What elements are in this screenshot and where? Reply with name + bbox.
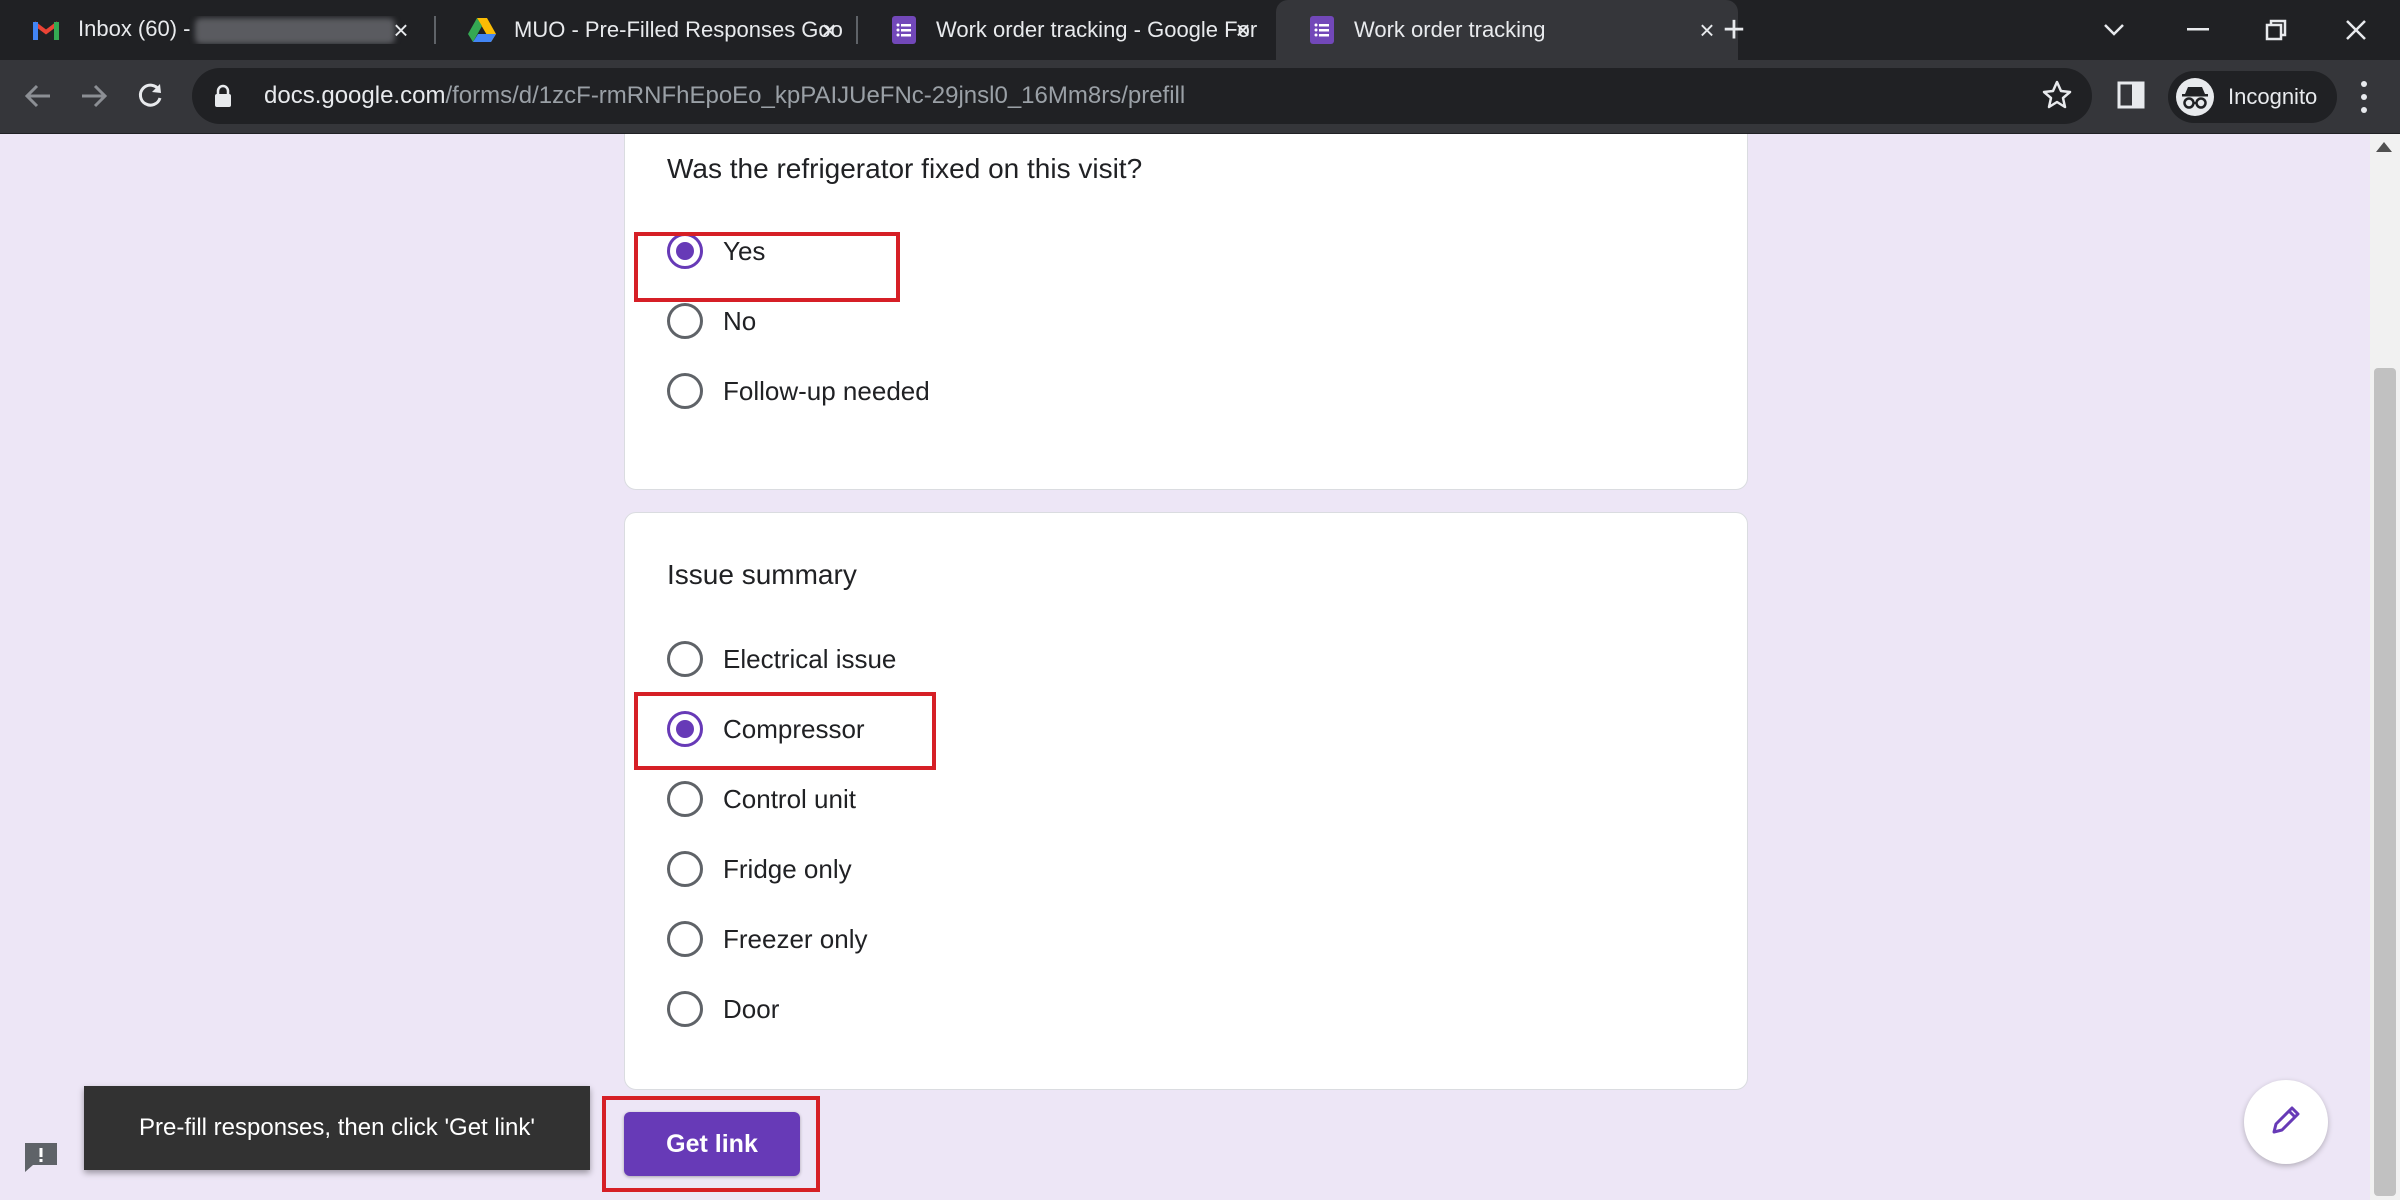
toast-message: Pre-fill responses, then click 'Get link… <box>84 1086 590 1170</box>
tab-title: MUO - Pre-Filled Responses Goo <box>514 17 843 42</box>
incognito-profile-button[interactable]: Incognito <box>2168 71 2338 123</box>
url-text: docs.google.com/forms/d/1zcF-rmRNFhEpoEo… <box>264 82 1186 109</box>
tab-search-icon[interactable] <box>2092 8 2136 52</box>
option-label: Fridge only <box>723 853 852 884</box>
lock-icon[interactable] <box>214 82 236 110</box>
question-title: Issue summary <box>667 559 857 590</box>
tab-work-order-form-editor[interactable]: Work order tracking - Google For × <box>858 0 1274 60</box>
forward-icon[interactable] <box>72 74 116 118</box>
option-follow-up-needed[interactable]: Follow-up needed <box>667 369 930 413</box>
browser-toolbar: docs.google.com/forms/d/1zcF-rmRNFhEpoEo… <box>0 60 2400 134</box>
radio-button[interactable] <box>667 921 703 957</box>
new-tab-button[interactable]: + <box>1716 11 1752 49</box>
question-title: Was the refrigerator fixed on this visit… <box>667 153 1143 184</box>
highlight-box-yes <box>634 232 900 302</box>
side-panel-icon[interactable] <box>2116 80 2150 114</box>
tab-title: Work order tracking - Google For <box>936 17 1258 42</box>
back-icon[interactable] <box>16 74 60 118</box>
google-forms-icon <box>1308 16 1336 44</box>
option-electrical-issue[interactable]: Electrical issue <box>667 637 896 681</box>
radio-button[interactable] <box>667 781 703 817</box>
option-fridge-only[interactable]: Fridge only <box>667 847 852 891</box>
tab-title: Work order tracking <box>1354 17 1546 42</box>
google-drive-icon <box>468 16 496 44</box>
highlight-box-compressor <box>634 692 936 770</box>
close-tab-icon[interactable]: × <box>1230 17 1256 43</box>
close-tab-icon[interactable]: × <box>816 17 842 43</box>
radio-button[interactable] <box>667 991 703 1027</box>
option-label: Follow-up needed <box>723 375 930 406</box>
close-tab-icon[interactable]: × <box>388 17 414 43</box>
question-card-refrigerator-fixed: Was the refrigerator fixed on this visit… <box>624 134 1748 490</box>
option-label: Electrical issue <box>723 643 897 674</box>
option-label: Door <box>723 993 780 1024</box>
close-window-icon[interactable] <box>2334 8 2378 52</box>
get-link-button[interactable]: Get link <box>624 1112 800 1176</box>
option-no[interactable]: No <box>667 299 756 343</box>
option-door[interactable]: Door <box>667 987 779 1031</box>
tab-inbox[interactable]: Inbox (60) - × <box>0 0 432 60</box>
feedback-icon[interactable] <box>22 1140 60 1174</box>
tab-work-order-tracking[interactable]: Work order tracking × <box>1276 0 1738 60</box>
minimize-icon[interactable] <box>2176 8 2220 52</box>
page-viewport: Was the refrigerator fixed on this visit… <box>0 134 2400 1200</box>
question-card-issue-summary: Issue summary Electrical issue Compresso… <box>624 512 1748 1090</box>
tab-title: Inbox (60) - <box>78 16 432 44</box>
option-freezer-only[interactable]: Freezer only <box>667 917 868 961</box>
tab-muo-prefilled[interactable]: MUO - Pre-Filled Responses Goo × <box>436 0 860 60</box>
gmail-icon <box>32 16 60 44</box>
address-bar[interactable]: docs.google.com/forms/d/1zcF-rmRNFhEpoEo… <box>192 68 2092 124</box>
option-label: Control unit <box>723 783 856 814</box>
edit-pencil-button[interactable] <box>2244 1080 2328 1164</box>
google-forms-icon <box>890 16 918 44</box>
redacted-text <box>194 17 395 44</box>
reload-icon[interactable] <box>128 74 172 118</box>
bookmark-star-icon[interactable] <box>2042 80 2074 112</box>
incognito-label: Incognito <box>2228 84 2318 109</box>
incognito-icon <box>2176 78 2214 116</box>
option-label: No <box>723 305 757 336</box>
radio-button[interactable] <box>667 373 703 409</box>
option-label: Freezer only <box>723 923 868 954</box>
radio-button[interactable] <box>667 641 703 677</box>
restore-icon[interactable] <box>2254 8 2298 52</box>
radio-button[interactable] <box>667 851 703 887</box>
scrollbar-thumb[interactable] <box>2374 368 2396 1196</box>
pencil-icon <box>2268 1102 2304 1143</box>
radio-button[interactable] <box>667 303 703 339</box>
browser-menu-icon[interactable] <box>2352 78 2376 116</box>
scroll-up-arrow-icon[interactable] <box>2376 142 2392 152</box>
option-control-unit[interactable]: Control unit <box>667 777 856 821</box>
browser-tab-bar: Inbox (60) - × MUO - Pre-Filled Response… <box>0 0 2400 60</box>
